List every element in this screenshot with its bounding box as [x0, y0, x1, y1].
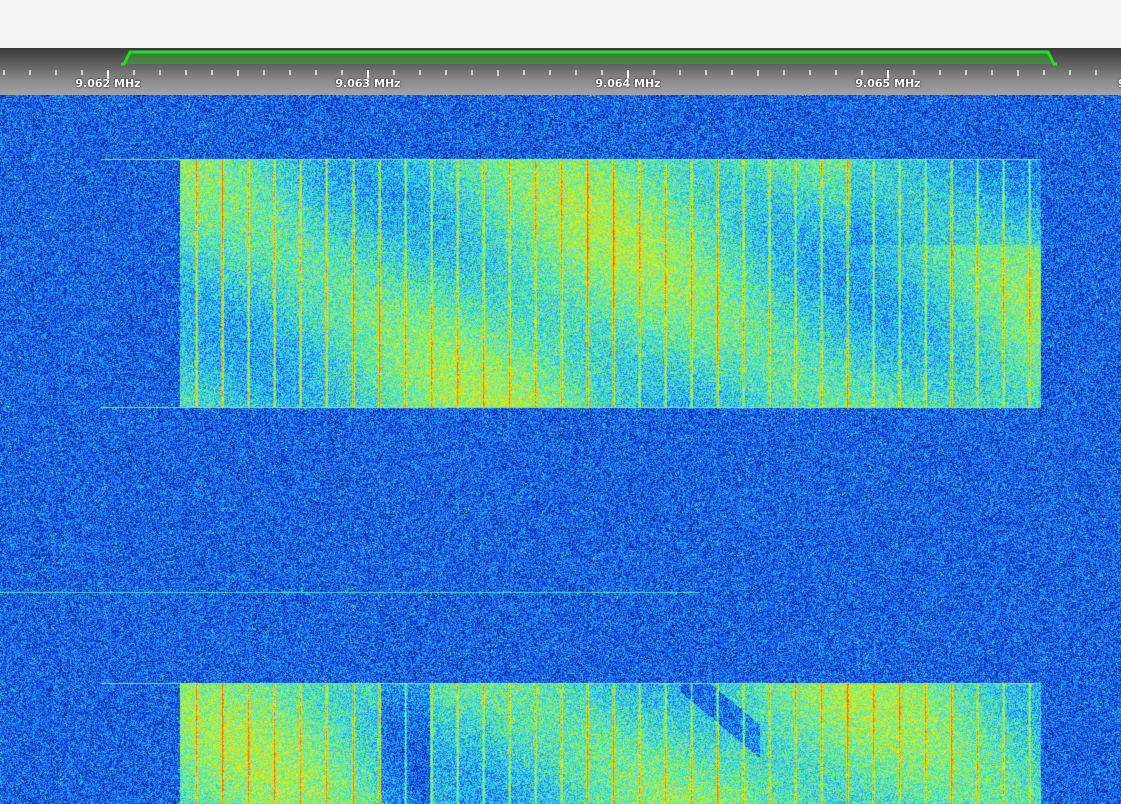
top-toolbar-area [0, 0, 1121, 48]
frequency-label: 9.063 MHz [335, 77, 401, 90]
frequency-label: 9.065 MHz [855, 77, 921, 90]
frequency-label: 9.064 MHz [595, 77, 661, 90]
waterfall-display[interactable] [0, 95, 1121, 804]
sdr-window: 9.062 MHz9.063 MHz9.064 MHz9.065 MHz9 [0, 0, 1121, 804]
frequency-ruler [3, 50, 1097, 79]
passband-area[interactable] [124, 52, 1054, 64]
frequency-scale[interactable]: 9.062 MHz9.063 MHz9.064 MHz9.065 MHz9 [0, 48, 1121, 95]
waterfall-canvas[interactable] [0, 95, 1121, 804]
frequency-label: 9.062 MHz [75, 77, 141, 90]
